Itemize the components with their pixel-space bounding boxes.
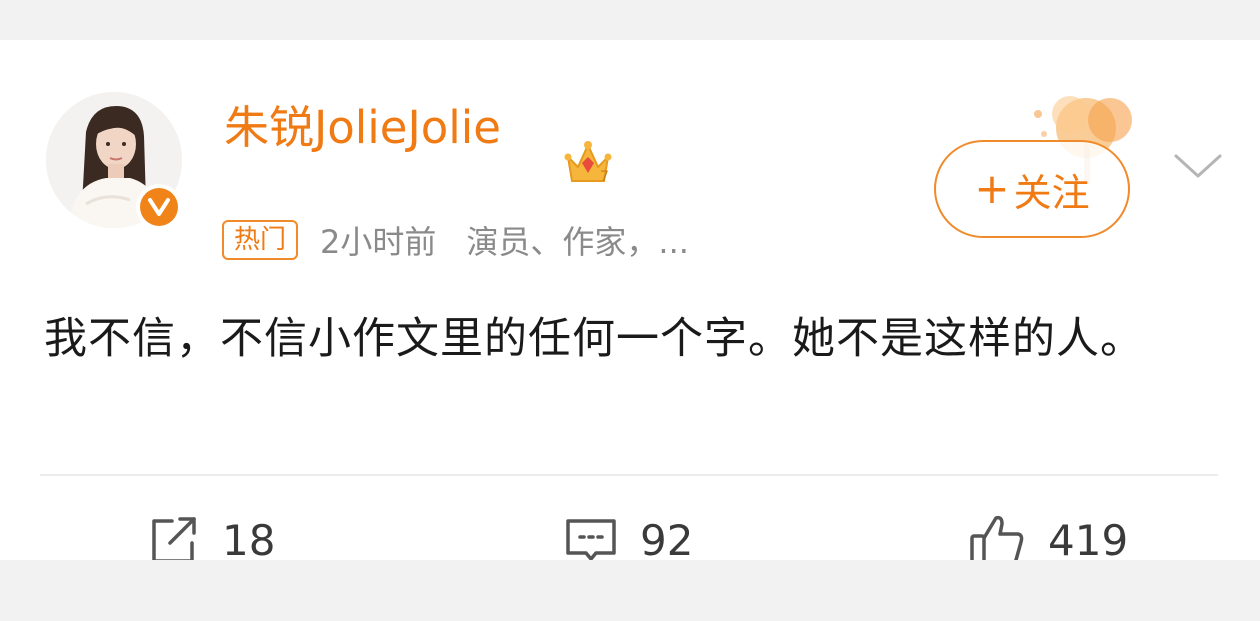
weibo-post-card: 朱锐JolieJolie 7 热门 2小时前 演员、作家，... + 关注 我不… [0,40,1260,566]
like-count: 419 [1048,515,1129,565]
post-meta: 热门 2小时前 演员、作家，... [222,216,689,264]
comment-icon [566,519,616,561]
comment-count: 92 [640,515,694,565]
divider [40,474,1218,476]
hot-tag: 热门 [222,220,299,260]
post-text: 我不信，不信小作文里的任何一个字。她不是这样的人。 [44,314,1144,364]
top-separator [0,0,1260,40]
user-description: 演员、作家，... [466,223,689,261]
verified-v-icon [136,184,182,230]
post-time: 2小时前 [320,223,437,261]
follow-button[interactable]: + 关注 [934,140,1130,238]
bottom-separator [0,560,1260,621]
share-icon [152,517,196,563]
username[interactable]: 朱锐JolieJolie [224,100,501,156]
crown-level-icon: 7 [564,141,612,185]
follow-label: 关注 [1013,170,1090,215]
svg-text:7: 7 [600,169,609,185]
share-count: 18 [222,515,276,565]
chevron-down-icon[interactable] [1172,148,1224,184]
plus-icon: + [974,164,1010,213]
